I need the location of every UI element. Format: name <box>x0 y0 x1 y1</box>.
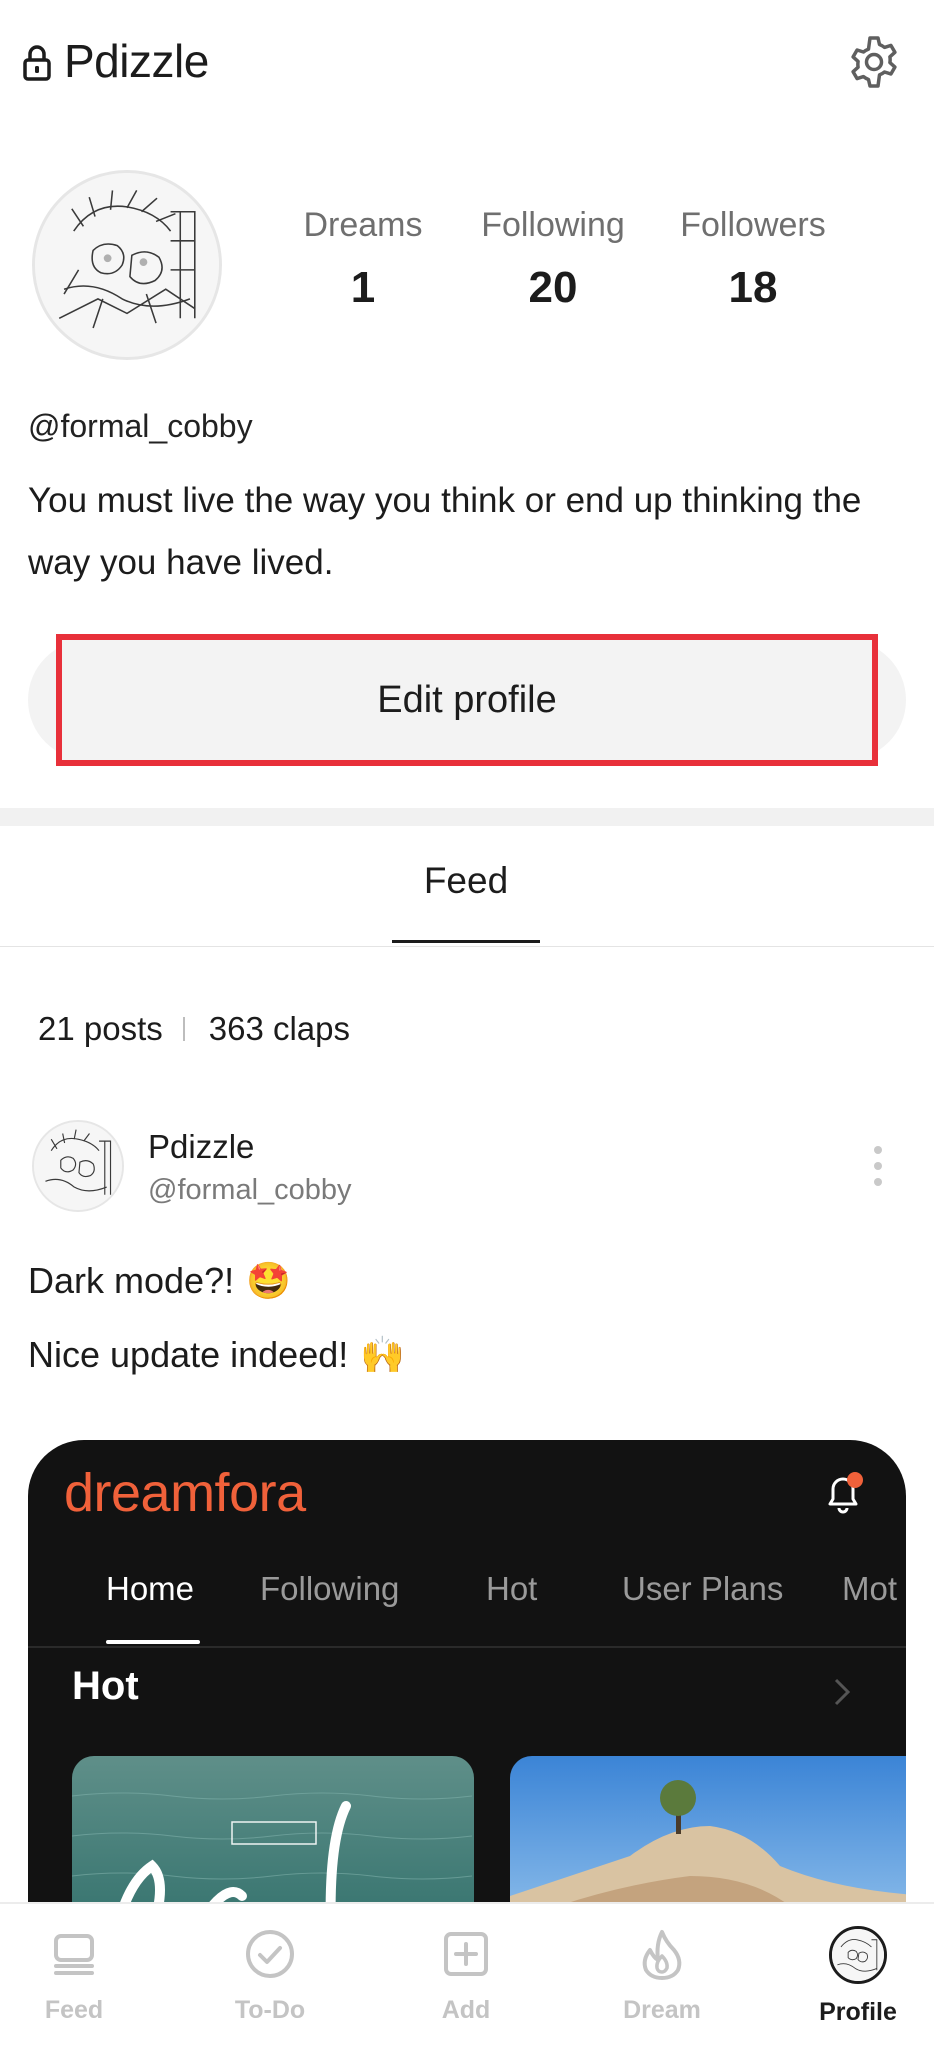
stat-value: 1 <box>350 263 376 312</box>
post-text: Dark mode?! <box>28 1260 235 1301</box>
tab-feed[interactable]: Feed <box>392 860 540 902</box>
lock-icon <box>23 45 51 81</box>
embedded-card-sea <box>72 1756 474 1910</box>
stat-followers[interactable]: Followers 18 <box>658 206 848 313</box>
embedded-section-title: Hot <box>72 1664 139 1708</box>
claps-count: 363 claps <box>208 1010 351 1047</box>
edit-profile-button[interactable]: Edit profile <box>56 634 878 766</box>
dot <box>874 1178 882 1186</box>
plus-square-icon <box>444 1932 488 1976</box>
feed-icon <box>54 1934 94 1975</box>
nav-label: Feed <box>44 1996 104 2024</box>
profile-title: Pdizzle <box>64 35 209 87</box>
counts-separator <box>182 1017 185 1041</box>
feed-counts: 21 posts 363 claps <box>38 1010 350 1048</box>
stat-label: Followers <box>680 206 826 244</box>
avatar <box>829 1926 887 1984</box>
gear-icon[interactable] <box>846 34 902 90</box>
avatar-sketch-image <box>35 173 219 357</box>
nav-profile[interactable]: Profile <box>768 1926 934 2027</box>
top-bar: Pdizzle <box>0 0 934 130</box>
post-text-line-2: Nice update indeed! 🙌 <box>28 1334 405 1376</box>
nav-label: Profile <box>819 1998 897 2026</box>
stat-label: Dreams <box>303 206 423 244</box>
stat-following[interactable]: Following 20 <box>458 206 648 313</box>
post-author-name[interactable]: Pdizzle <box>148 1128 254 1166</box>
tab-active-indicator <box>392 940 540 943</box>
avatar-sketch-image <box>34 1122 122 1210</box>
nav-label: To-Do <box>234 1996 306 2024</box>
bottom-nav: Feed To-Do Add Dream Profile <box>0 1902 934 2048</box>
nav-todo[interactable]: To-Do <box>180 1926 360 2025</box>
post-author-avatar[interactable] <box>32 1120 124 1212</box>
stat-label: Following <box>481 206 625 244</box>
stat-value: 20 <box>528 263 578 312</box>
embedded-tabs: Home Following Hot User Plans Mot <box>28 1570 906 1630</box>
post-text: Nice update indeed! <box>28 1334 349 1375</box>
post-author-handle: @formal_cobby <box>148 1174 352 1206</box>
embedded-tab-indicator <box>106 1640 200 1644</box>
embedded-tab-divider <box>28 1646 906 1648</box>
nav-feed[interactable]: Feed <box>0 1926 164 2025</box>
embedded-tab-following: Following <box>260 1570 400 1607</box>
post-image[interactable]: dreamfora Home Following Hot User Plans … <box>28 1440 906 1910</box>
bell-icon <box>828 1472 863 1514</box>
flame-icon <box>642 1930 682 1980</box>
embedded-tab-more: Mot <box>842 1570 898 1607</box>
more-options-icon[interactable] <box>870 1146 886 1186</box>
chevron-right-icon <box>834 1678 851 1706</box>
nav-label: Add <box>441 1996 491 2024</box>
profile-bio: You must live the way you think or end u… <box>28 481 862 582</box>
nav-dream[interactable]: Dream <box>572 1926 752 2025</box>
tab-divider <box>0 946 934 947</box>
dot <box>874 1146 882 1154</box>
profile-avatar[interactable] <box>32 170 222 360</box>
nav-label: Dream <box>623 1996 701 2024</box>
star-struck-emoji: 🤩 <box>246 1260 291 1301</box>
nav-add[interactable]: Add <box>376 1926 556 2025</box>
stat-dreams[interactable]: Dreams 1 <box>268 206 458 313</box>
posts-count: 21 posts <box>38 1010 163 1047</box>
embedded-tab-hot: Hot <box>486 1570 538 1607</box>
embedded-tab-user-plans: User Plans <box>622 1570 784 1607</box>
embedded-tab-home: Home <box>106 1570 195 1607</box>
embedded-card-landscape <box>510 1756 906 1910</box>
dot <box>874 1162 882 1170</box>
profile-handle: @formal_cobby <box>28 408 253 444</box>
check-circle-icon <box>246 1930 294 1978</box>
stat-value: 18 <box>728 263 778 312</box>
section-divider <box>0 808 934 826</box>
raised-hands-emoji: 🙌 <box>360 1334 406 1375</box>
post-text-line-1: Dark mode?! 🤩 <box>28 1260 291 1302</box>
dreamfora-logo: dreamfora <box>64 1463 306 1523</box>
